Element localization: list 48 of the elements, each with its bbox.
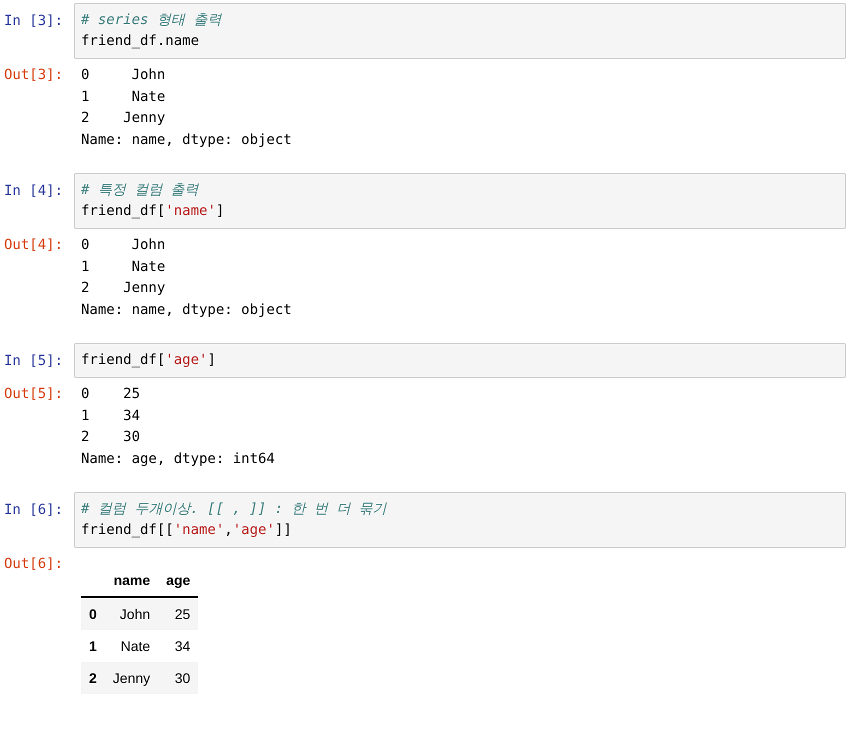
output-prompt: Out[4]: bbox=[4, 236, 64, 255]
output-line: 2 30 bbox=[81, 429, 140, 445]
output-prompt: Out[3]: bbox=[4, 66, 64, 85]
row-index: 1 bbox=[81, 630, 105, 662]
output-line: Name: age, dtype: int64 bbox=[81, 450, 275, 466]
code-text: friend_df[[ bbox=[81, 522, 174, 538]
code-text: friend_df[ bbox=[81, 352, 166, 368]
code-cell[interactable]: # 특정 컬럼 출력 friend_df['name'] bbox=[74, 173, 846, 229]
output-line: 1 Nate bbox=[81, 258, 166, 274]
output-line: Name: name, dtype: object bbox=[81, 302, 292, 318]
code-cell[interactable]: # 컬럼 두개이상. [[ , ]] : 한 번 더 묶기 friend_df[['name','age']] bbox=[74, 492, 846, 548]
string-literal: 'age' bbox=[165, 352, 208, 368]
table-cell: Nate bbox=[104, 630, 158, 662]
code-text: friend_df.name bbox=[81, 33, 200, 49]
output-line: 2 Jenny bbox=[81, 280, 166, 296]
row-index: 2 bbox=[81, 662, 105, 694]
code-comment: # 특정 컬럼 출력 bbox=[81, 182, 199, 198]
output-line: 0 John bbox=[81, 67, 166, 83]
code-text: , bbox=[224, 522, 233, 538]
input-prompt: In [5]: bbox=[4, 352, 64, 371]
output-line: 0 25 bbox=[81, 386, 140, 402]
table-cell: 30 bbox=[158, 662, 198, 694]
table-cell: 25 bbox=[158, 597, 198, 630]
table-cell: Jenny bbox=[104, 662, 158, 694]
string-literal: 'age' bbox=[232, 522, 275, 538]
input-prompt: In [6]: bbox=[4, 501, 64, 520]
code-text: ] bbox=[216, 203, 224, 219]
string-literal: 'name' bbox=[165, 203, 216, 219]
code-comment: # 컬럼 두개이상. [[ , ]] : 한 번 더 묶기 bbox=[81, 501, 387, 517]
output-prompt: Out[5]: bbox=[4, 385, 64, 404]
code-text: ] bbox=[207, 352, 216, 368]
input-prompt: In [3]: bbox=[4, 12, 64, 31]
input-prompt: In [4]: bbox=[4, 182, 64, 201]
string-literal: 'name' bbox=[174, 522, 224, 538]
table-cell: 34 bbox=[158, 630, 198, 662]
code-text: friend_df[ bbox=[81, 203, 166, 219]
output-line: 1 Nate bbox=[81, 88, 166, 104]
output-line: Name: name, dtype: object bbox=[81, 132, 292, 148]
code-cell[interactable]: friend_df['age'] bbox=[74, 343, 846, 378]
code-comment: # series 형태 출력 bbox=[81, 12, 222, 28]
row-index: 0 bbox=[81, 597, 105, 630]
output-line: 1 34 bbox=[81, 408, 140, 424]
output-line: 0 John bbox=[81, 237, 166, 253]
code-text: ]] bbox=[274, 522, 292, 538]
code-cell[interactable]: # series 형태 출력 friend_df.name bbox=[74, 3, 846, 59]
output-prompt: Out[6]: bbox=[4, 555, 64, 574]
table-cell: John bbox=[104, 597, 158, 630]
output-line: 2 Jenny bbox=[81, 110, 166, 126]
